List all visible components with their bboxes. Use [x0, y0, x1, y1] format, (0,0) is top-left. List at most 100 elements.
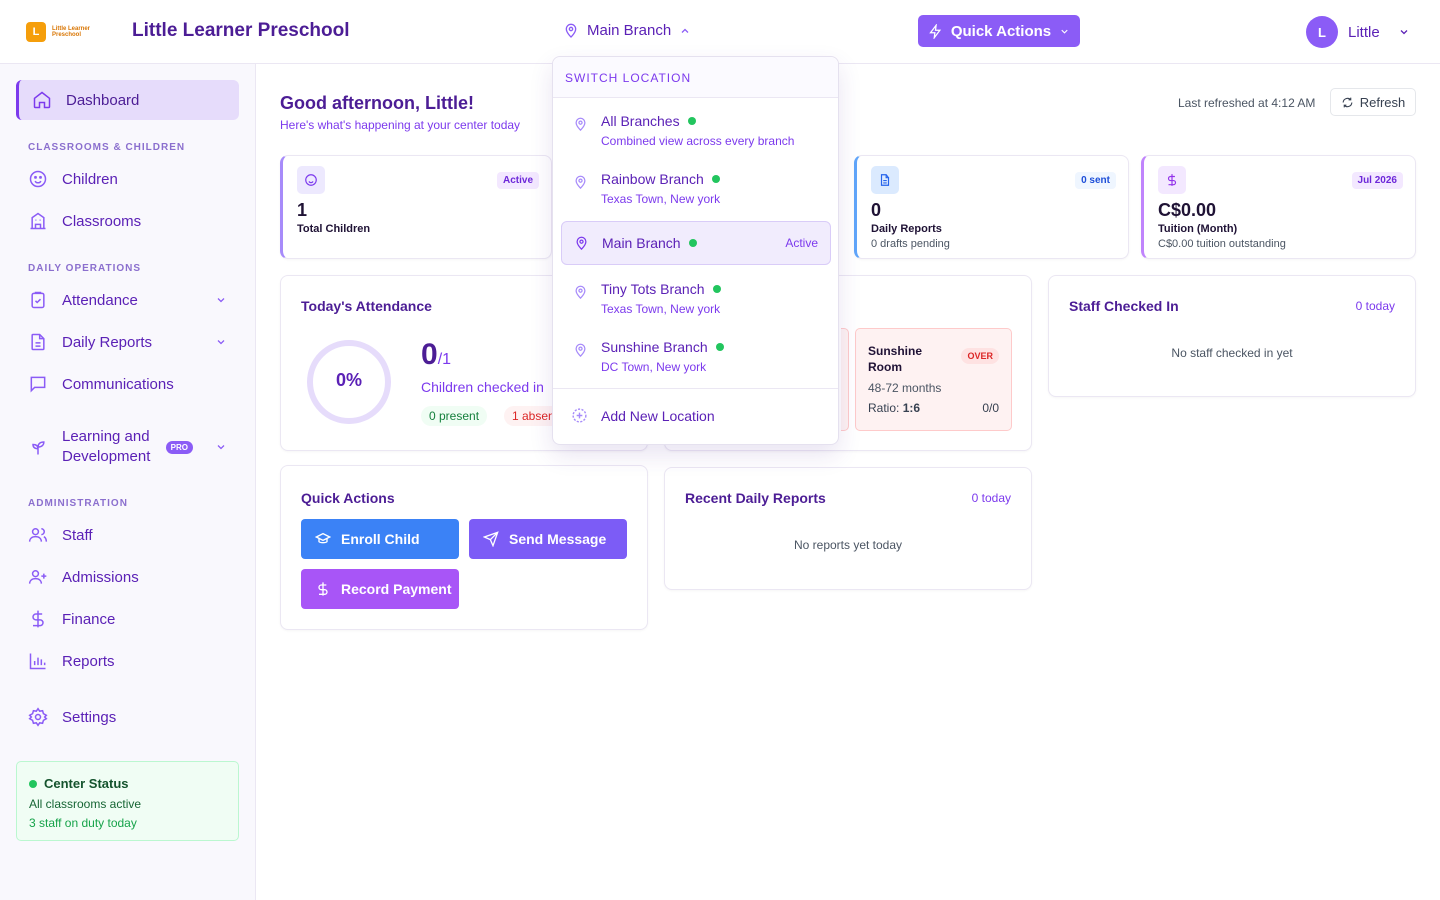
status-badge: 0 sent — [1075, 172, 1116, 189]
section-daily-operations: DAILY OPERATIONS — [28, 263, 142, 274]
sidebar-item-reports[interactable]: Reports — [16, 641, 239, 681]
gear-icon — [28, 707, 48, 727]
attendance-ring: 0% — [305, 338, 393, 426]
room-card-sunshine[interactable]: Sunshine Room OVER 48-72 months Ratio: 1… — [855, 328, 1012, 431]
sidebar-item-dashboard[interactable]: Dashboard — [16, 80, 239, 120]
location-option-tiny-tots[interactable]: Tiny Tots Branch Texas Town, New york — [561, 277, 831, 319]
sidebar-item-attendance[interactable]: Attendance — [16, 280, 239, 320]
sidebar-item-label: Communications — [62, 375, 174, 393]
sidebar-item-admissions[interactable]: Admissions — [16, 557, 239, 597]
enroll-child-button[interactable]: Enroll Child — [301, 519, 459, 559]
attendance-percent: 0% — [335, 370, 362, 390]
sidebar-item-label: Dashboard — [66, 91, 140, 109]
users-icon — [28, 525, 48, 545]
stat-value: 1 — [297, 200, 308, 220]
app-logo[interactable]: L Little Learner Preschool — [26, 22, 112, 42]
lightning-icon — [928, 23, 943, 39]
room-card-edge — [841, 328, 849, 431]
room-ratio: Ratio: 1:6 — [868, 401, 920, 415]
sidebar-item-children[interactable]: Children — [16, 159, 239, 199]
center-status-box: Center Status All classrooms active 3 st… — [16, 761, 239, 841]
file-icon — [28, 332, 48, 352]
present-badge: 0 present — [421, 406, 488, 426]
stat-sub: 0 drafts pending — [871, 238, 950, 250]
stat-card-daily-reports[interactable]: 0 sent 0 Daily Reports 0 drafts pending — [854, 155, 1129, 259]
section-classrooms-children: CLASSROOMS & CHILDREN — [28, 142, 186, 153]
stat-sub: C$0.00 tuition outstanding — [1158, 238, 1286, 250]
location-option-sunshine[interactable]: Sunshine Branch DC Town, New york — [561, 335, 831, 377]
sidebar-item-label: Settings — [62, 708, 117, 726]
sidebar-item-communications[interactable]: Communications — [16, 364, 239, 404]
location-sub: Texas Town, New york — [601, 192, 721, 206]
chevron-down-icon — [1059, 26, 1070, 37]
sidebar-item-label: Finance — [62, 610, 116, 628]
sidebar: Dashboard CLASSROOMS & CHILDREN Children… — [0, 64, 256, 900]
location-option-all-branches[interactable]: All Branches Combined view across every … — [561, 109, 831, 151]
chat-icon — [28, 374, 48, 394]
chevron-down-icon — [1398, 26, 1410, 38]
staff-empty-state: No staff checked in yet — [1171, 346, 1293, 360]
location-name-text: Tiny Tots Branch — [601, 281, 705, 297]
app-title: Little Learner Preschool — [132, 20, 350, 41]
location-sub: Texas Town, New york — [601, 302, 721, 316]
add-location-button[interactable]: Add New Location — [571, 407, 715, 424]
sidebar-item-daily-reports[interactable]: Daily Reports — [16, 322, 239, 362]
sidebar-item-staff[interactable]: Staff — [16, 515, 239, 555]
sidebar-item-learning[interactable]: Learning and Development PRO — [16, 425, 239, 469]
sidebar-item-settings[interactable]: Settings — [16, 697, 239, 737]
room-ages: 48-72 months — [868, 381, 942, 395]
location-name: Main Branch — [587, 22, 672, 39]
staff-checked-in-card: Staff Checked In 0 today No staff checke… — [1048, 275, 1416, 397]
page-title: Good afternoon, Little! — [280, 93, 474, 113]
sidebar-item-finance[interactable]: Finance — [16, 599, 239, 639]
section-administration: ADMINISTRATION — [28, 498, 128, 509]
user-name: Little — [1348, 23, 1380, 41]
dollar-icon — [315, 581, 331, 597]
quick-actions-button[interactable]: Quick Actions — [918, 15, 1080, 47]
sidebar-item-label: Staff — [62, 526, 93, 544]
stat-card-children[interactable]: Active 1 Total Children — [280, 155, 552, 259]
active-dot — [687, 117, 696, 125]
last-refreshed: Last refreshed at 4:12 AM — [1178, 96, 1316, 110]
bar-chart-icon — [28, 651, 48, 671]
center-status-title: Center Status — [29, 776, 226, 791]
room-count: 0/0 — [982, 401, 999, 415]
chevron-down-icon — [215, 294, 227, 306]
refresh-button[interactable]: Refresh — [1330, 88, 1416, 116]
record-payment-button[interactable]: Record Payment — [301, 569, 459, 609]
user-plus-icon — [28, 567, 48, 587]
map-pin-icon — [574, 236, 589, 251]
status-line-staff: 3 staff on duty today — [29, 816, 137, 830]
chevron-up-icon — [679, 25, 691, 37]
status-line-classrooms: All classrooms active — [29, 797, 142, 811]
main-content: Good afternoon, Little! Here's what's ha… — [256, 64, 1440, 900]
location-name: Sunshine Branch — [601, 339, 724, 355]
quick-actions-label: Quick Actions — [950, 22, 1052, 40]
recent-reports-card: Recent Daily Reports 0 today No reports … — [664, 467, 1032, 590]
location-option-main[interactable]: Main Branch Active — [561, 221, 831, 265]
attendance-count: 0 /1 — [421, 338, 451, 372]
send-message-button[interactable]: Send Message — [469, 519, 627, 559]
location-switcher[interactable]: Main Branch — [563, 22, 691, 39]
location-name: Rainbow Branch — [601, 171, 720, 187]
location-name-text: All Branches — [601, 113, 680, 129]
room-name: Sunshine Room — [868, 344, 923, 374]
stat-value: C$0.00 — [1158, 200, 1217, 220]
sidebar-item-label: Classrooms — [62, 212, 142, 230]
quick-actions-card: Quick Actions Enroll Child Send Message … — [280, 465, 648, 630]
sidebar-item-classrooms[interactable]: Classrooms — [16, 201, 239, 241]
record-payment-label: Record Payment — [341, 581, 452, 597]
add-location-label: Add New Location — [601, 407, 715, 424]
location-dropdown: SWITCH LOCATION All Branches Combined vi… — [552, 56, 839, 445]
top-bar: L Little Learner Preschool Little Learne… — [0, 0, 1440, 64]
dollar-icon — [28, 609, 48, 629]
location-option-rainbow[interactable]: Rainbow Branch Texas Town, New york — [561, 167, 831, 209]
sidebar-item-label: Admissions — [62, 568, 139, 586]
quick-actions-title: Quick Actions — [301, 490, 395, 506]
clipboard-check-icon — [28, 290, 48, 310]
user-menu[interactable]: L Little — [1306, 16, 1410, 48]
active-dot — [712, 285, 721, 293]
stat-card-tuition[interactable]: Jul 2026 C$0.00 Tuition (Month) C$0.00 t… — [1141, 155, 1416, 259]
status-badge: Active — [496, 172, 539, 189]
total-count: /1 — [437, 351, 452, 368]
